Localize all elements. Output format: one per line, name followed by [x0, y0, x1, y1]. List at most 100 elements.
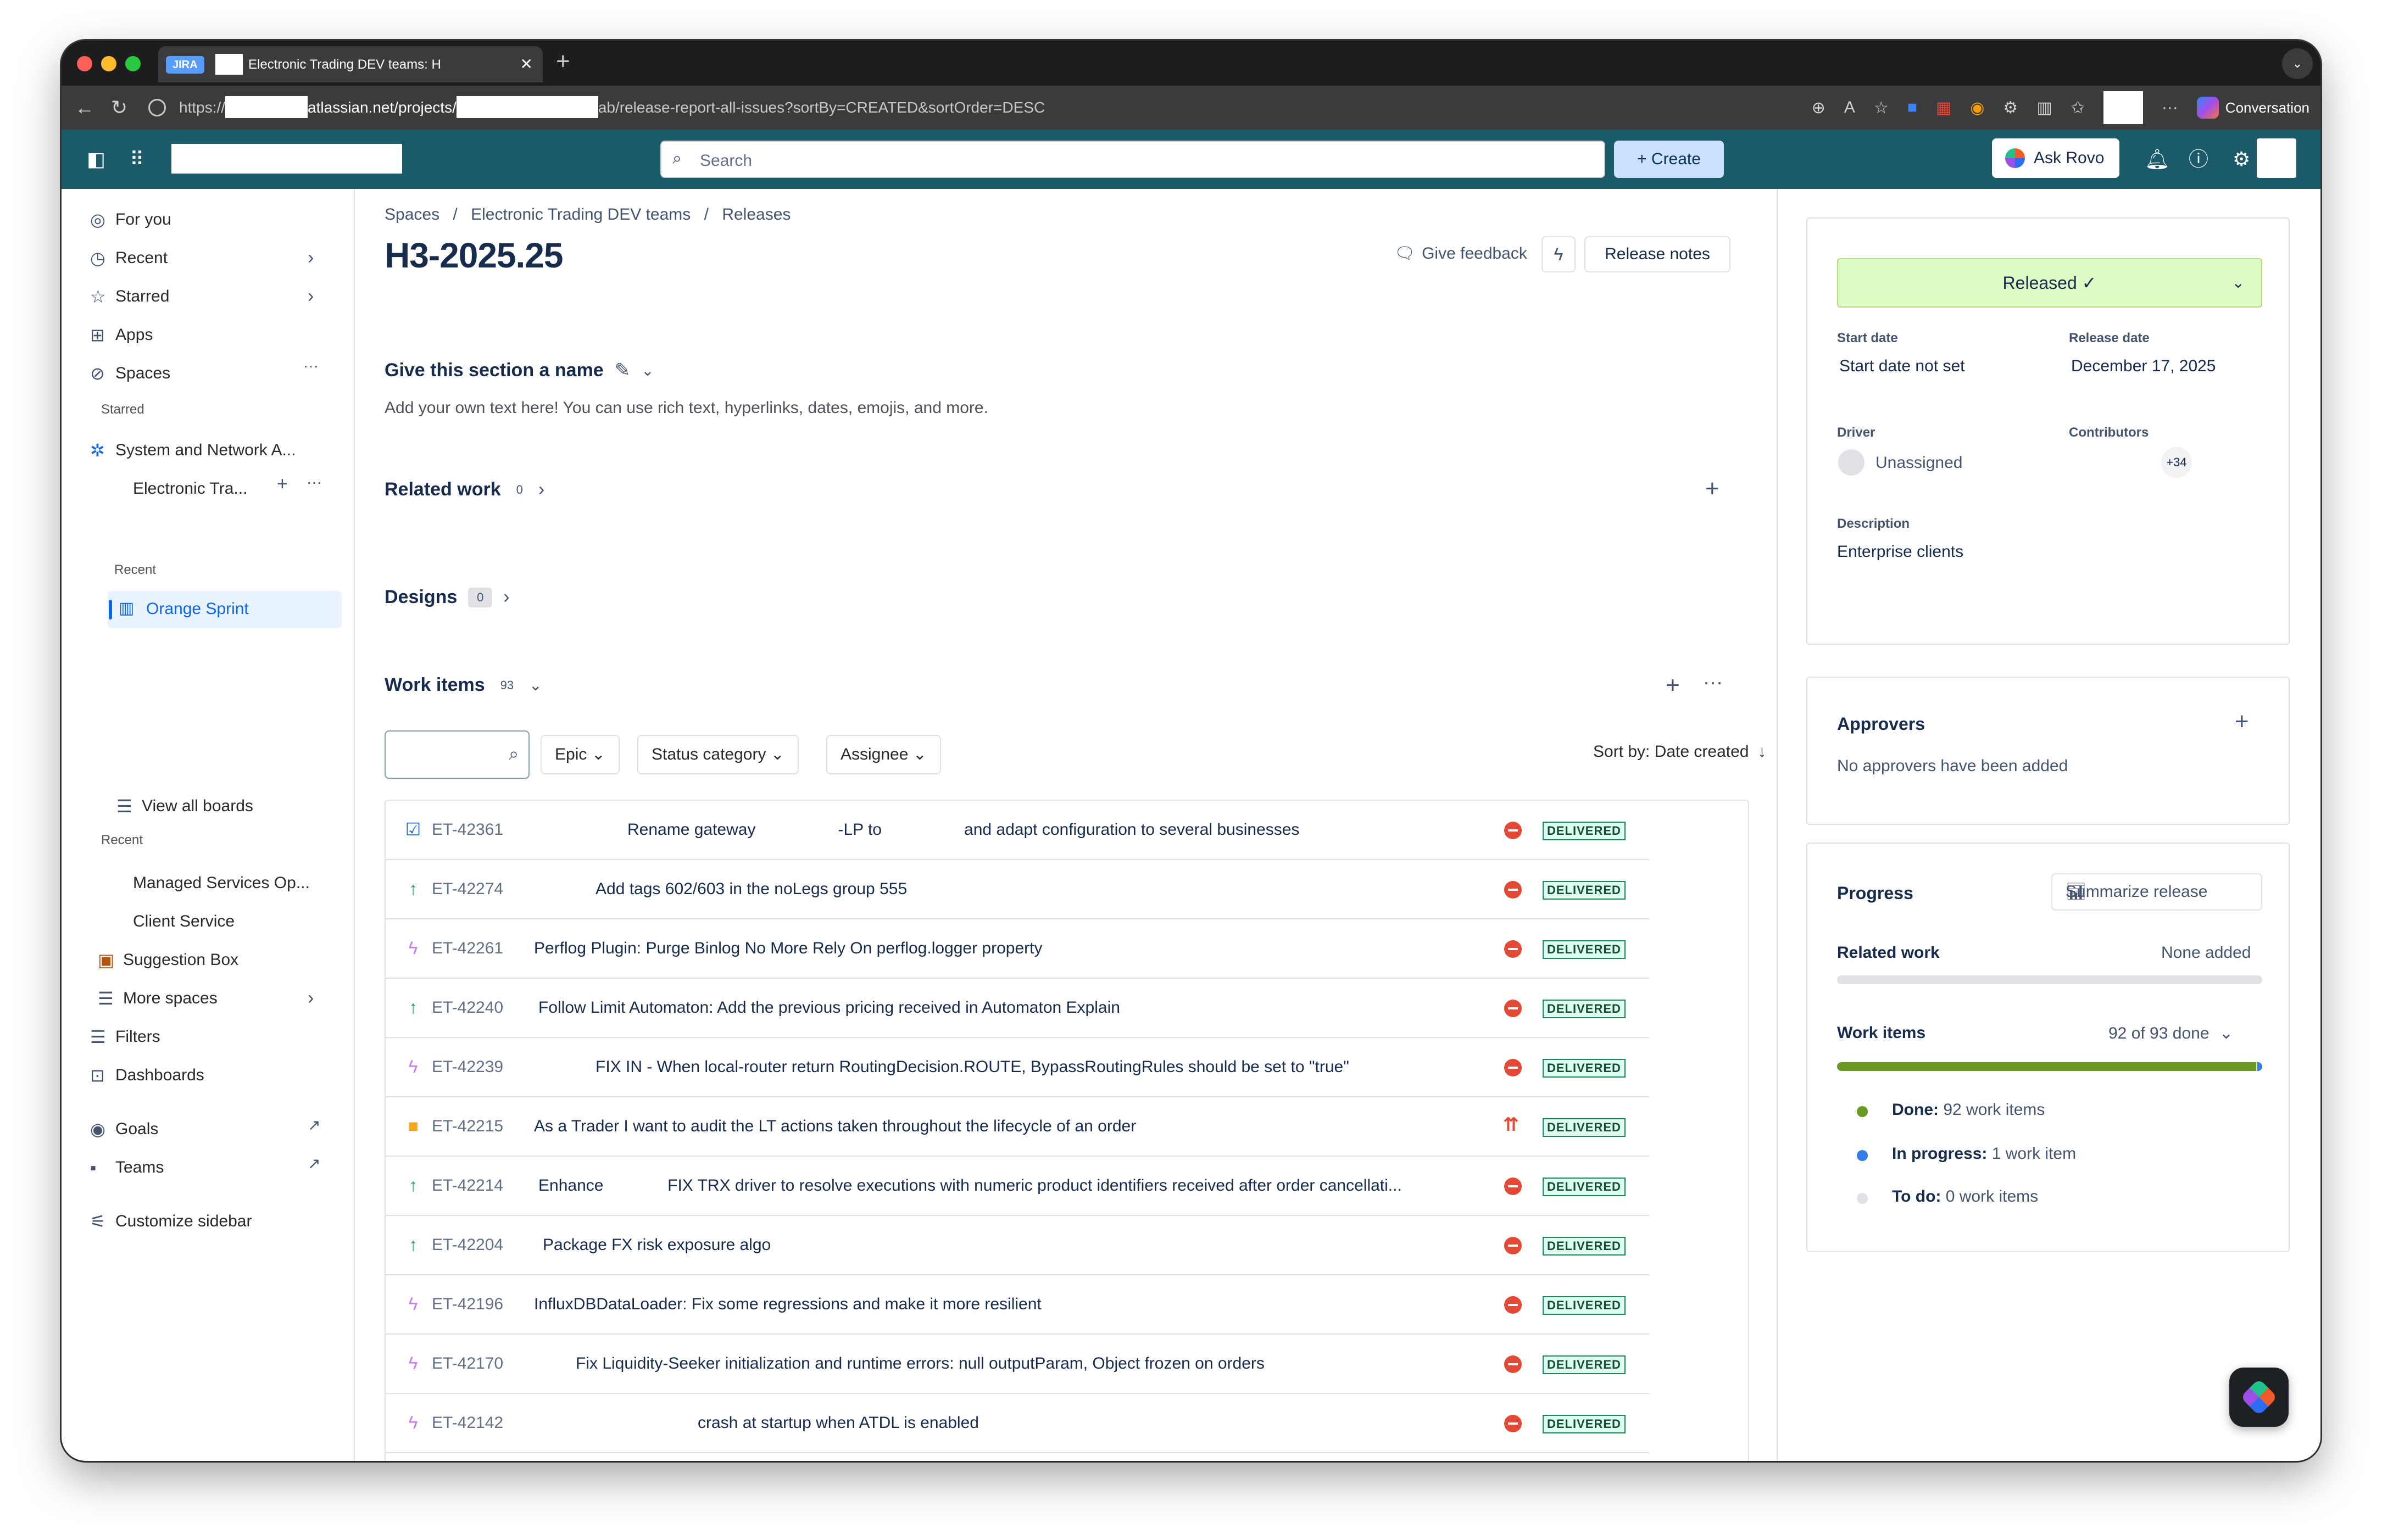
work-items-heading[interactable]: Work items 93 ⌄ [385, 674, 542, 696]
chevron-down-icon[interactable]: ⌄ [529, 676, 542, 694]
work-item-row[interactable]: ϟ ET-42196 InfluxDBDataLoader: Fix some re… [386, 1275, 1649, 1335]
sidebar-item-for-you[interactable]: ◎ For you [90, 203, 171, 236]
assignee-filter[interactable]: Assignee ⌄ [826, 735, 941, 774]
work-item-summary[interactable]: Perflog Plugin: Purge Binlog No More Rel… [534, 939, 1043, 958]
work-item-row[interactable]: ↑ ET-42214 Enhance FIX TRX driver to resol… [386, 1157, 1649, 1216]
sidebar-item-recent-space[interactable]: Managed Services Op... [133, 867, 310, 900]
sort-dropdown[interactable]: Sort by: Date created ↓ [1593, 743, 1766, 761]
copilot-conversation-button[interactable]: Conversation [2196, 97, 2309, 119]
breadcrumb-spaces[interactable]: Spaces [385, 205, 439, 224]
chevron-down-icon[interactable]: ⌄ [641, 361, 654, 380]
profile-avatar[interactable] [2257, 138, 2296, 178]
work-item-summary[interactable]: Rename gateway -LP to and adapt configur… [627, 821, 1299, 839]
chevron-right-icon[interactable]: › [308, 247, 314, 269]
status-badge[interactable]: DELIVERED [1543, 1178, 1626, 1196]
read-aloud-icon[interactable]: A [1844, 98, 1855, 117]
sidebar-item-dashboards[interactable]: ⊡ Dashboards [90, 1059, 204, 1092]
work-item-row[interactable]: ϟ ET-42261 Perflog Plugin: Purge Binlog No… [386, 919, 1649, 979]
sidebar-item-customize[interactable]: ⚟ Customize sidebar [90, 1205, 252, 1238]
sidebar-item-recent-space[interactable]: ▣ Suggestion Box [98, 944, 238, 977]
epic-filter[interactable]: Epic ⌄ [541, 735, 620, 774]
add-icon[interactable]: + [277, 473, 288, 495]
status-badge[interactable]: DELIVERED [1543, 1000, 1626, 1018]
new-tab-icon[interactable]: + [556, 49, 570, 74]
more-menu-icon[interactable]: ··· [2162, 98, 2178, 117]
work-item-key[interactable]: ET-42204 [432, 1236, 503, 1254]
notifications-bell-icon[interactable]: 🔔︎ [2145, 148, 2170, 170]
automation-button[interactable]: ϟ [1541, 236, 1576, 272]
zoom-icon[interactable]: ⊕ [1812, 98, 1826, 118]
add-work-item-icon[interactable]: + [1666, 673, 1680, 698]
extension-icon[interactable]: ◉ [1970, 98, 1984, 118]
tab-list-chevron-icon[interactable]: ⌄ [2282, 48, 2313, 79]
sidebar-item-goals[interactable]: ◉ Goals [90, 1113, 158, 1146]
work-item-summary[interactable]: Enhance FIX TRX driver to resolve execut… [538, 1176, 1402, 1195]
work-items-more-icon[interactable]: ··· [1703, 670, 1723, 694]
work-item-row[interactable]: ☑ ET-42361 Rename gateway -LP to and adapt… [386, 801, 1649, 860]
extensions-puzzle-icon[interactable]: ⚙ [2003, 98, 2018, 118]
chevron-right-icon[interactable]: › [308, 987, 314, 1009]
space-more-icon[interactable]: ··· [307, 473, 322, 491]
close-window-button[interactable] [77, 56, 92, 71]
back-arrow-icon[interactable]: ← [75, 96, 94, 120]
external-link-icon[interactable]: ↗ [308, 1154, 320, 1173]
designs-heading[interactable]: Designs 0 › [385, 587, 510, 608]
add-approver-icon[interactable]: + [2235, 710, 2249, 734]
sidebar-item-more-spaces[interactable]: ☰ More spaces [98, 982, 218, 1015]
work-item-row[interactable]: ↑ ET-42240 Follow Limit Automaton: Add the… [386, 979, 1649, 1038]
external-link-icon[interactable]: ↗ [308, 1116, 320, 1134]
section-name-heading[interactable]: Give this section a name ✎ ⌄ [385, 359, 654, 381]
status-badge[interactable]: DELIVERED [1543, 881, 1626, 900]
description-field[interactable]: Enterprise clients [1837, 543, 1963, 561]
ask-rovo-button[interactable]: Ask Rovo [1992, 138, 2119, 178]
status-badge[interactable]: DELIVERED [1543, 1059, 1626, 1078]
browser-tab[interactable]: JIRA Electronic Trading DEV teams: H ✕ [158, 46, 543, 82]
work-item-summary[interactable]: Add tags 602/603 in the noLegs group 555 [596, 880, 907, 899]
redacted-profile[interactable] [2103, 91, 2143, 124]
status-badge[interactable]: DELIVERED [1543, 1118, 1626, 1137]
work-item-key[interactable]: ET-42215 [432, 1117, 503, 1136]
sidebar-item-view-all-boards[interactable]: ☰ View all boards [116, 790, 253, 823]
work-item-key[interactable]: ET-42142 [432, 1414, 503, 1432]
reload-icon[interactable]: ↻ [111, 96, 127, 120]
settings-gear-icon[interactable]: ⚙ [2233, 148, 2250, 170]
breadcrumb-space[interactable]: Electronic Trading DEV teams [471, 205, 691, 224]
sidebar-toggle-icon[interactable]: ◧ [87, 148, 105, 170]
sidebar-item-spaces[interactable]: ⊘ Spaces [90, 357, 170, 390]
start-date-field[interactable]: Start date not set [1839, 357, 1964, 376]
work-item-row[interactable]: ↑ ET-42274 Add tags 602/603 in the noLegs … [386, 860, 1649, 919]
work-items-progress-toggle[interactable]: 92 of 93 done ⌄ [2108, 1024, 2233, 1043]
work-item-key[interactable]: ET-42274 [432, 880, 503, 899]
work-item-row[interactable]: ■ ET-42215 As a Trader I want to audit the… [386, 1097, 1649, 1157]
search-input[interactable]: ⌕ Search [660, 141, 1605, 178]
create-button[interactable]: + Create [1614, 141, 1724, 178]
redacted-site-logo[interactable] [171, 144, 402, 174]
sidebar-item-teams[interactable]: ▪ Teams [90, 1151, 164, 1184]
work-item-key[interactable]: ET-42261 [432, 939, 503, 958]
work-item-summary[interactable]: Follow Limit Automaton: Add the previous… [538, 998, 1120, 1017]
sidebar-item-starred[interactable]: ☆ Starred [90, 280, 169, 313]
work-item-row[interactable]: ↑ ET-42204 Package FX risk exposure algo DE… [386, 1216, 1649, 1275]
work-item-key[interactable]: ET-42214 [432, 1176, 503, 1195]
sidebar-item-apps[interactable]: ⊞ Apps [90, 319, 153, 351]
work-item-row[interactable]: ϟET-42118DepthReplicationGroup should re… [386, 1453, 1649, 1461]
work-item-row[interactable]: ϟ ET-42142 crash at startup when ATDL is e… [386, 1394, 1649, 1453]
close-tab-icon[interactable]: ✕ [520, 55, 533, 73]
sidebar-item-recent[interactable]: ◷ Recent [90, 242, 168, 275]
rovo-chat-button[interactable] [2229, 1368, 2289, 1427]
breadcrumb-releases[interactable]: Releases [722, 205, 791, 224]
release-date-field[interactable]: December 17, 2025 [2071, 357, 2216, 376]
zoom-window-button[interactable] [125, 56, 141, 71]
contributors-more-badge[interactable]: +34 [2161, 447, 2192, 478]
summarize-release-button[interactable]: 📊︎ Summarize release [2051, 873, 2262, 911]
sidebar-item-starred-space[interactable]: ✲ System and Network A... [90, 434, 296, 467]
work-item-key[interactable]: ET-42240 [432, 998, 503, 1017]
driver-field[interactable]: Unassigned [1875, 454, 1962, 472]
give-feedback-button[interactable]: 🗨︎ Give feedback [1394, 244, 1527, 263]
status-badge[interactable]: DELIVERED [1543, 1355, 1626, 1374]
work-item-summary[interactable]: InfluxDBDataLoader: Fix some regressions… [534, 1295, 1042, 1314]
edit-pencil-icon[interactable]: ✎ [615, 359, 631, 381]
sidebar-item-filters[interactable]: ☰ Filters [90, 1020, 160, 1053]
status-badge[interactable]: DELIVERED [1543, 940, 1626, 959]
status-badge[interactable]: DELIVERED [1543, 1296, 1626, 1315]
